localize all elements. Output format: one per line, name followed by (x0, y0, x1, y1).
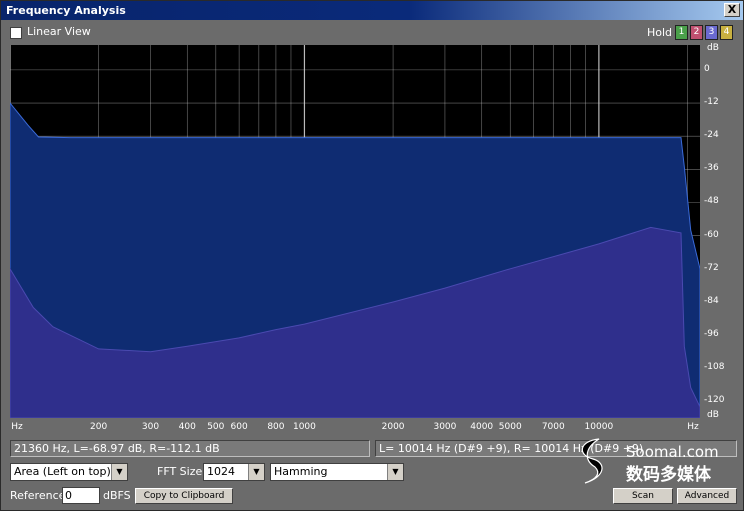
y-tick-label: -72 (704, 262, 719, 273)
watermark-chinese: 数码多媒体 (626, 465, 711, 485)
y-tick-label: -60 (704, 229, 719, 240)
cursor-readout: 21360 Hz, L=-68.97 dB, R=-112.1 dB (10, 440, 370, 457)
y-tick-label: -108 (704, 362, 725, 373)
hold-label: Hold (647, 26, 673, 39)
linear-view-label: Linear View (27, 25, 91, 38)
x-tick-label: 600 (230, 422, 248, 432)
top-toolbar: Linear View Hold 1 2 3 4 (1, 22, 743, 44)
x-tick-label: 200 (90, 422, 108, 432)
x-tick-label: 10000 (584, 422, 614, 432)
copy-to-clipboard-button[interactable]: Copy to Clipboard (135, 488, 233, 504)
window-title: Frequency Analysis (6, 4, 126, 17)
chevron-down-icon: ▼ (248, 464, 264, 480)
y-tick-label: -12 (704, 97, 719, 108)
y-tick-label: -84 (704, 295, 719, 306)
x-tick-label: 3000 (433, 422, 457, 432)
y-tick-label: dB (707, 43, 719, 53)
reference-unit: dBFS (103, 489, 131, 502)
x-tick-label: 4000 (470, 422, 494, 432)
x-tick-label: 5000 (498, 422, 522, 432)
x-tick-label: 400 (178, 422, 196, 432)
reference-input[interactable]: 0 (62, 487, 100, 504)
x-tick-label: Hz (11, 422, 23, 432)
chevron-down-icon: ▼ (111, 464, 127, 480)
hold-button-3[interactable]: 3 (705, 25, 718, 40)
spectrum-plot[interactable] (10, 45, 700, 418)
x-tick-label: 800 (267, 422, 285, 432)
title-bar: Frequency Analysis X (1, 1, 743, 20)
x-tick-label: 7000 (541, 422, 565, 432)
hold-button-4[interactable]: 4 (720, 25, 733, 40)
fft-size-select[interactable]: 1024 ▼ (203, 463, 265, 481)
close-button[interactable]: X (724, 3, 740, 17)
linear-view-checkbox[interactable] (10, 27, 22, 39)
chevron-down-icon: ▼ (387, 464, 403, 480)
window-function-value: Hamming (274, 465, 328, 478)
display-mode-select[interactable]: Area (Left on top) ▼ (10, 463, 128, 481)
x-tick-label: Hz (687, 422, 699, 432)
display-mode-value: Area (Left on top) (14, 465, 111, 478)
x-tick-label: 500 (207, 422, 225, 432)
y-tick-label: -120 (704, 395, 725, 406)
reference-label: Reference (10, 489, 66, 502)
hold-button-1[interactable]: 1 (675, 25, 688, 40)
y-tick-label: -24 (704, 130, 719, 141)
fft-size-label: FFT Size (157, 465, 203, 478)
y-tick-label: dB (707, 410, 719, 420)
y-tick-label: -36 (704, 163, 719, 174)
y-tick-label: -48 (704, 196, 719, 207)
x-tick-label: 1000 (292, 422, 316, 432)
hold-button-2[interactable]: 2 (690, 25, 703, 40)
watermark-site: Soomal.com (626, 443, 719, 461)
fft-size-value: 1024 (207, 465, 235, 478)
y-tick-label: -96 (704, 329, 719, 340)
window-function-select[interactable]: Hamming ▼ (270, 463, 404, 481)
y-tick-label: 0 (704, 63, 710, 74)
x-tick-label: 2000 (381, 422, 405, 432)
x-tick-label: 300 (141, 422, 160, 432)
frequency-analysis-window: Frequency Analysis X Linear View Hold 1 … (0, 0, 744, 511)
spectrum-svg (10, 45, 700, 418)
